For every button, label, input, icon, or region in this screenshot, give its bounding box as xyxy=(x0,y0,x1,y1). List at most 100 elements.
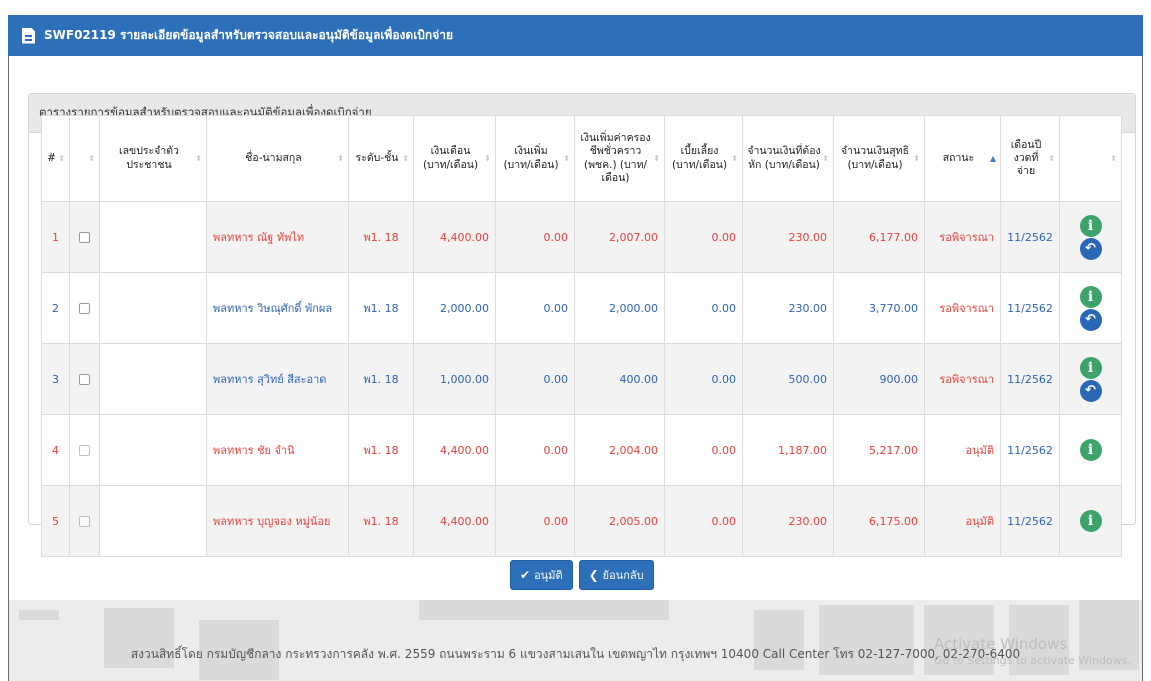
col-pay-period-header[interactable]: เดือนปีงวดที่จ่าย ⬍ xyxy=(1000,115,1060,202)
sort-icon: ⬍ xyxy=(58,153,65,163)
pay-period: 11/2562 xyxy=(1000,201,1060,273)
col-rank-header[interactable]: ระดับ-ชั้น ⬍ xyxy=(348,115,414,202)
col-deduction-header[interactable]: จำนวนเงินที่ต้องหัก (บาท/เดือน) ⬍ xyxy=(742,115,834,202)
page-title: SWF02119 รายละเอียดข้อมูลสำหรับตรวจสอบแล… xyxy=(44,28,453,42)
col-net-header[interactable]: จำนวนเงินสุทธิ (บาท/เดือน) ⬍ xyxy=(833,115,925,202)
col-cola-header-label: เงินเพิ่มค่าครองชีพชั่วคราว (พชค.) (บาท/… xyxy=(580,132,651,184)
info-icon[interactable]: i xyxy=(1079,439,1102,461)
pay-period: 11/2562 xyxy=(1000,485,1060,557)
row-checkbox[interactable] xyxy=(69,201,100,273)
info-icon[interactable]: i xyxy=(1079,356,1102,379)
document-icon xyxy=(22,27,35,44)
table-header-row: # ⬍ ⬍ เลขประจำตัวประชาชน ⬍ ชื่อ-นามสกุล ⬍ ระดับ… xyxy=(41,115,1122,202)
select-checkbox[interactable] xyxy=(79,374,90,385)
sort-icon: ⬍ xyxy=(195,153,202,163)
deduction: 500.00 xyxy=(742,343,834,415)
row-number: 1 xyxy=(41,201,70,273)
select-checkbox[interactable] xyxy=(79,303,90,314)
col-extra-pay-header[interactable]: เงินเพิ่ม (บาท/เดือน) ⬍ xyxy=(495,115,575,202)
status: รอพิจารณา xyxy=(924,272,1001,344)
col-select-header[interactable]: ⬍ xyxy=(69,115,100,202)
cola: 400.00 xyxy=(574,343,665,415)
sort-icon: ⬍ xyxy=(822,153,829,163)
watermark-subtitle: Go to Settings to activate Windows. xyxy=(933,654,1131,667)
col-number-header[interactable]: # ⬍ xyxy=(41,115,70,202)
sort-icon: ⬍ xyxy=(731,153,738,163)
row-actions: i xyxy=(1059,485,1122,557)
row-number: 3 xyxy=(41,343,70,415)
reply-icon[interactable]: ↶ xyxy=(1079,237,1102,260)
row-actions: i xyxy=(1059,414,1122,486)
chevron-left-icon: ❮ xyxy=(588,568,599,582)
status: อนุมัติ xyxy=(924,485,1001,557)
net-amount: 900.00 xyxy=(833,343,925,415)
col-full-name-header[interactable]: ชื่อ-นามสกุล ⬍ xyxy=(206,115,349,202)
back-button[interactable]: ❮ ย้อนกลับ xyxy=(578,560,654,590)
salary: 4,400.00 xyxy=(413,201,496,273)
deduction: 230.00 xyxy=(742,485,834,557)
sort-icon: ⬍ xyxy=(484,153,491,163)
allowance: 0.00 xyxy=(664,343,743,415)
rank: พ1. 18 xyxy=(348,201,414,273)
extra-pay: 0.00 xyxy=(495,343,575,415)
net-amount: 3,770.00 xyxy=(833,272,925,344)
full-name: พลทหาร ชัย จำนิ xyxy=(206,414,349,486)
table-row: 3 พลทหาร สุวิทย์ สีสะอาด พ1. 18 1,000.00 0.0… xyxy=(41,343,1122,415)
select-checkbox[interactable] xyxy=(79,516,90,527)
extra-pay: 0.00 xyxy=(495,414,575,486)
col-citizen-id-header[interactable]: เลขประจำตัวประชาชน ⬍ xyxy=(99,115,207,202)
info-icon[interactable]: i xyxy=(1079,285,1102,308)
table-body: 1 พลทหาร ณัฐ ทัพไท พ1. 18 4,400.00 0.00 2,007… xyxy=(41,201,1122,557)
pay-period: 11/2562 xyxy=(1000,343,1060,415)
page-header: SWF02119 รายละเอียดข้อมูลสำหรับตรวจสอบแล… xyxy=(8,15,1143,56)
table-row: 1 พลทหาร ณัฐ ทัพไท พ1. 18 4,400.00 0.00 2,007… xyxy=(41,201,1122,273)
row-checkbox[interactable] xyxy=(69,414,100,486)
reply-icon[interactable]: ↶ xyxy=(1079,308,1102,331)
col-status-header[interactable]: สถานะ ▲ xyxy=(924,115,1001,202)
cola: 2,007.00 xyxy=(574,201,665,273)
row-number: 5 xyxy=(41,485,70,557)
col-salary-header-label: เงินเดือน (บาท/เดือน) xyxy=(422,145,479,171)
info-icon[interactable]: i xyxy=(1079,510,1102,532)
sort-asc-icon: ▲ xyxy=(989,153,996,163)
cola: 2,005.00 xyxy=(574,485,665,557)
col-number-header-label: # xyxy=(47,151,56,164)
rank: พ1. 18 xyxy=(348,414,414,486)
col-allowance-header-label: เบี้ยเลี้ยง (บาท/เดือน) xyxy=(671,145,728,171)
info-icon[interactable]: i xyxy=(1079,214,1102,237)
reply-icon[interactable]: ↶ xyxy=(1079,379,1102,402)
citizen-id-cell xyxy=(99,414,207,486)
table-row: 4 พลทหาร ชัย จำนิ พ1. 18 4,400.00 0.00 2,004.… xyxy=(41,414,1122,486)
status: อนุมัติ xyxy=(924,414,1001,486)
select-checkbox[interactable] xyxy=(79,232,90,243)
row-checkbox[interactable] xyxy=(69,485,100,557)
check-icon: ✔ xyxy=(520,568,531,582)
full-name: พลทหาร บุญจอง หมู่น้อย xyxy=(206,485,349,557)
select-checkbox[interactable] xyxy=(79,445,90,456)
citizen-id-cell xyxy=(99,343,207,415)
approve-button-label: อนุมัติ xyxy=(534,569,563,582)
col-salary-header[interactable]: เงินเดือน (บาท/เดือน) ⬍ xyxy=(413,115,496,202)
allowance: 0.00 xyxy=(664,272,743,344)
sort-icon: ⬍ xyxy=(402,153,409,163)
citizen-id-cell xyxy=(99,272,207,344)
deduction: 1,187.00 xyxy=(742,414,834,486)
pay-period: 11/2562 xyxy=(1000,272,1060,344)
col-allowance-header[interactable]: เบี้ยเลี้ยง (บาท/เดือน) ⬍ xyxy=(664,115,743,202)
row-checkbox[interactable] xyxy=(69,272,100,344)
sort-icon: ⬍ xyxy=(1110,153,1117,163)
salary: 2,000.00 xyxy=(413,272,496,344)
full-name: พลทหาร วิษณุศักดิ์ พักผล xyxy=(206,272,349,344)
allowance: 0.00 xyxy=(664,485,743,557)
col-rank-header-label: ระดับ-ชั้น xyxy=(355,151,399,164)
col-actions-header[interactable]: ⬍ xyxy=(1059,115,1122,202)
salary: 4,400.00 xyxy=(413,485,496,557)
col-citizen-id-header-label: เลขประจำตัวประชาชน xyxy=(119,145,179,171)
activation-watermark: Activate Windows Go to Settings to activ… xyxy=(934,635,1131,667)
row-actions: i ↶ xyxy=(1059,343,1122,415)
sort-icon: ⬍ xyxy=(563,153,570,163)
col-cola-header[interactable]: เงินเพิ่มค่าครองชีพชั่วคราว (พชค.) (บาท/… xyxy=(574,115,665,202)
row-checkbox[interactable] xyxy=(69,343,100,415)
watermark-title: Activate Windows xyxy=(933,635,1068,653)
approve-button[interactable]: ✔ อนุมัติ xyxy=(510,560,573,590)
